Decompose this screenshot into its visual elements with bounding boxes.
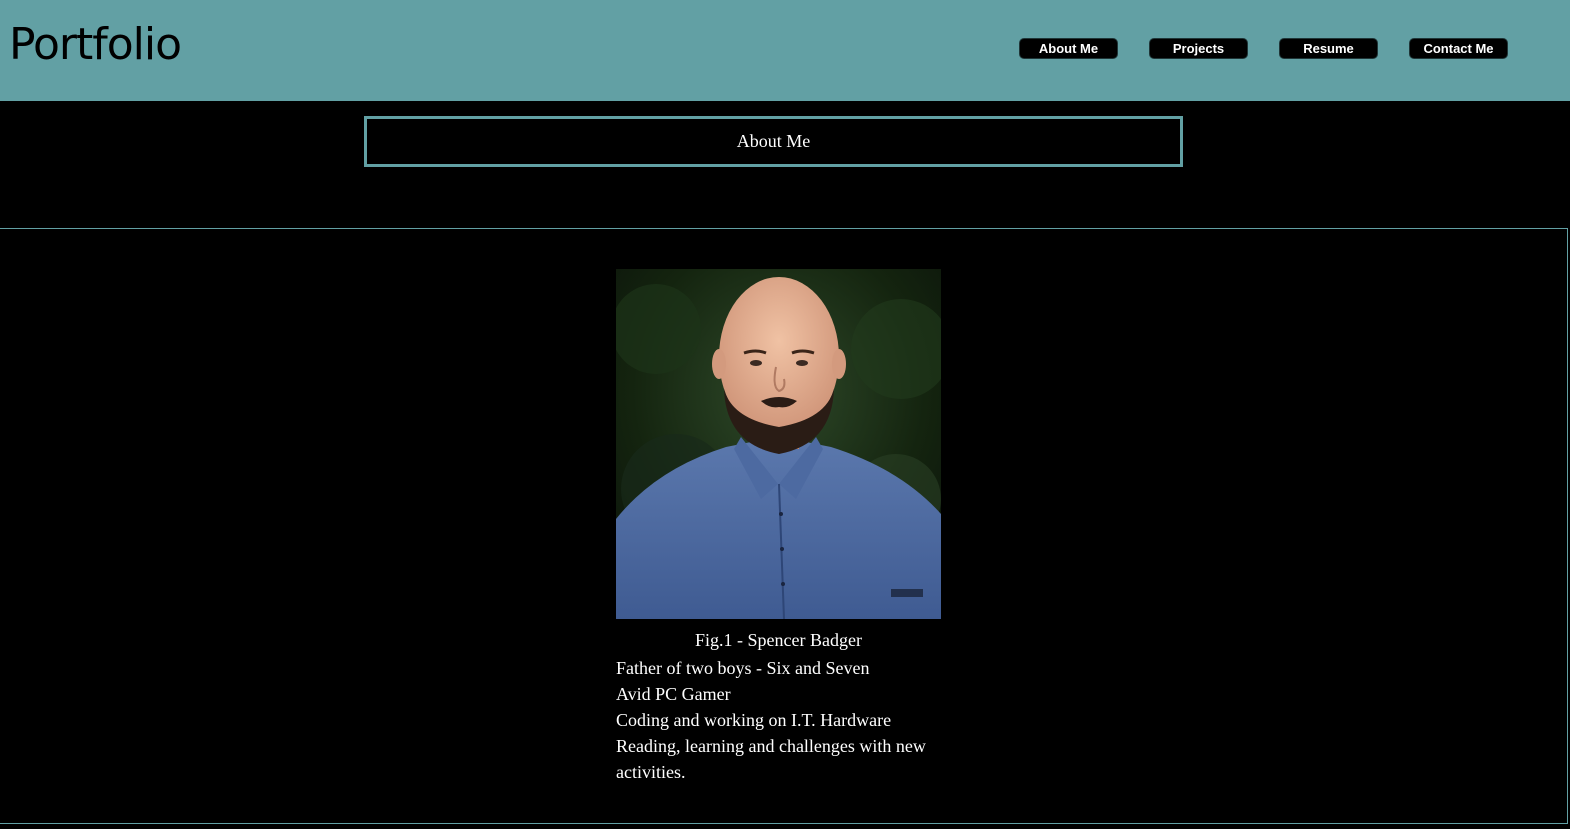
nav-contact-button[interactable]: Contact Me xyxy=(1409,38,1508,59)
profile-photo xyxy=(616,269,941,619)
list-item: Avid PC Gamer xyxy=(616,684,731,704)
section-title-box: About Me xyxy=(364,116,1183,167)
main-nav: About Me Projects Resume Contact Me xyxy=(1019,38,1508,59)
about-section: Fig.1 - Spencer Badger Father of two boy… xyxy=(0,228,1568,824)
profile-figure: Fig.1 - Spencer Badger Father of two boy… xyxy=(616,269,941,785)
site-logo[interactable]: Portfolio xyxy=(9,20,182,69)
photo-caption: Fig.1 - Spencer Badger xyxy=(695,630,862,650)
nav-resume-button[interactable]: Resume xyxy=(1279,38,1378,59)
list-item: Coding and working on I.T. Hardware xyxy=(616,710,892,730)
nav-projects-button[interactable]: Projects xyxy=(1149,38,1248,59)
list-item: Reading, learning and challenges with ne… xyxy=(616,736,926,782)
site-header: Portfolio About Me Projects Resume Conta… xyxy=(0,0,1570,101)
list-item: Father of two boys - Six and Seven xyxy=(616,658,870,678)
about-list: Father of two boys - Six and Seven Avid … xyxy=(616,655,941,785)
nav-about-button[interactable]: About Me xyxy=(1019,38,1118,59)
section-title: About Me xyxy=(736,131,811,151)
